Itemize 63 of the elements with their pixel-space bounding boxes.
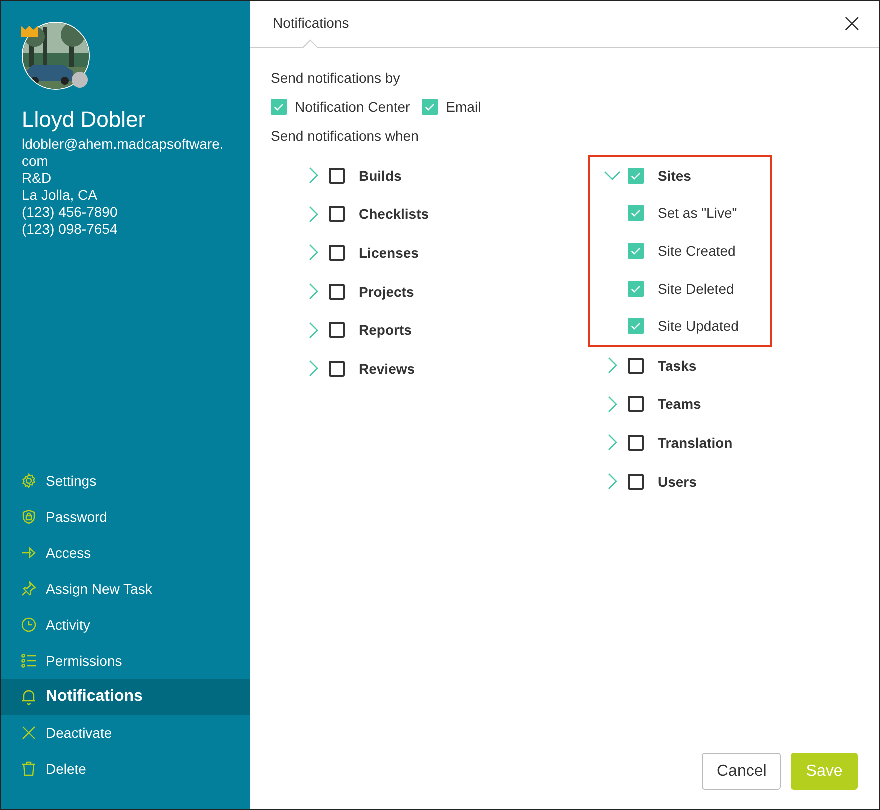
checkbox[interactable] (329, 168, 345, 184)
checkbox[interactable] (628, 358, 644, 374)
close-button[interactable]: × (841, 14, 863, 34)
checkbox[interactable] (329, 244, 345, 261)
clock-icon (21, 617, 37, 633)
dialog-title: Notifications (273, 15, 350, 31)
close-icon (21, 725, 37, 741)
user-detail: La Jolla, CA (22, 187, 98, 204)
checkbox[interactable] (628, 280, 644, 297)
checkbox[interactable] (422, 99, 438, 115)
user-detail: (123) 098-7654 (22, 221, 119, 238)
arrow-icon (21, 545, 37, 561)
list-icon (21, 653, 37, 669)
checkbox[interactable] (628, 168, 644, 184)
checkbox-label: Site Deleted (658, 280, 734, 297)
user-detail: ldobler@ahem.madcapsoftware.com (22, 136, 225, 170)
checkbox-label: Email (446, 99, 482, 115)
checkbox[interactable] (329, 284, 345, 300)
menu-item[interactable]: Deactivate (1, 715, 250, 751)
menu-item[interactable]: Notifications (1, 679, 250, 715)
category-label: Reports (359, 322, 412, 338)
trash-icon (21, 761, 37, 777)
checkbox[interactable] (329, 206, 345, 222)
user-name: Lloyd Dobler (22, 107, 147, 133)
checkbox[interactable] (628, 434, 644, 451)
menu-item[interactable]: Password (1, 499, 250, 535)
checkbox[interactable] (329, 322, 345, 338)
category-label: Reviews (359, 360, 416, 377)
checkbox[interactable] (329, 360, 345, 377)
user-detail: (123) 456-7890 (22, 204, 119, 221)
pin-icon (21, 581, 37, 597)
cancel-button[interactable]: Cancel (702, 753, 781, 790)
checkbox[interactable] (628, 396, 644, 412)
category-label: Sites (658, 168, 692, 184)
category-label: Builds (359, 168, 402, 184)
checkbox[interactable] (271, 99, 287, 115)
checkbox[interactable] (628, 205, 644, 222)
category-label: Projects (359, 284, 414, 300)
checkbox-label: Site Created (658, 242, 736, 259)
category-label: Tasks (658, 358, 697, 374)
section-label: Send notifications when (271, 128, 420, 145)
user-detail: R&D (22, 170, 53, 187)
category-label: Licenses (359, 244, 419, 261)
section-label: Send notifications by (271, 70, 402, 87)
checkbox-label: Set as "Live" (658, 205, 738, 222)
checkbox[interactable] (628, 242, 644, 259)
checkbox[interactable] (628, 474, 644, 490)
menu-item[interactable]: Access (1, 535, 250, 571)
bell-icon (21, 689, 37, 705)
menu-item[interactable]: Permissions (1, 643, 250, 679)
checkbox-label: Site Updated (658, 318, 739, 334)
shield-lock-icon (21, 509, 37, 525)
category-label: Translation (658, 434, 733, 451)
menu-item[interactable]: Activity (1, 607, 250, 643)
menu-item[interactable]: Settings (1, 463, 250, 499)
checkbox-label: Notification Center (295, 99, 410, 115)
category-label: Checklists (359, 206, 430, 222)
gear-icon (21, 473, 37, 489)
category-label: Users (658, 474, 697, 490)
category-label: Teams (658, 396, 702, 412)
menu-item[interactable]: Assign New Task (1, 571, 250, 607)
checkbox[interactable] (628, 318, 644, 334)
menu-item[interactable]: Delete (1, 751, 250, 787)
